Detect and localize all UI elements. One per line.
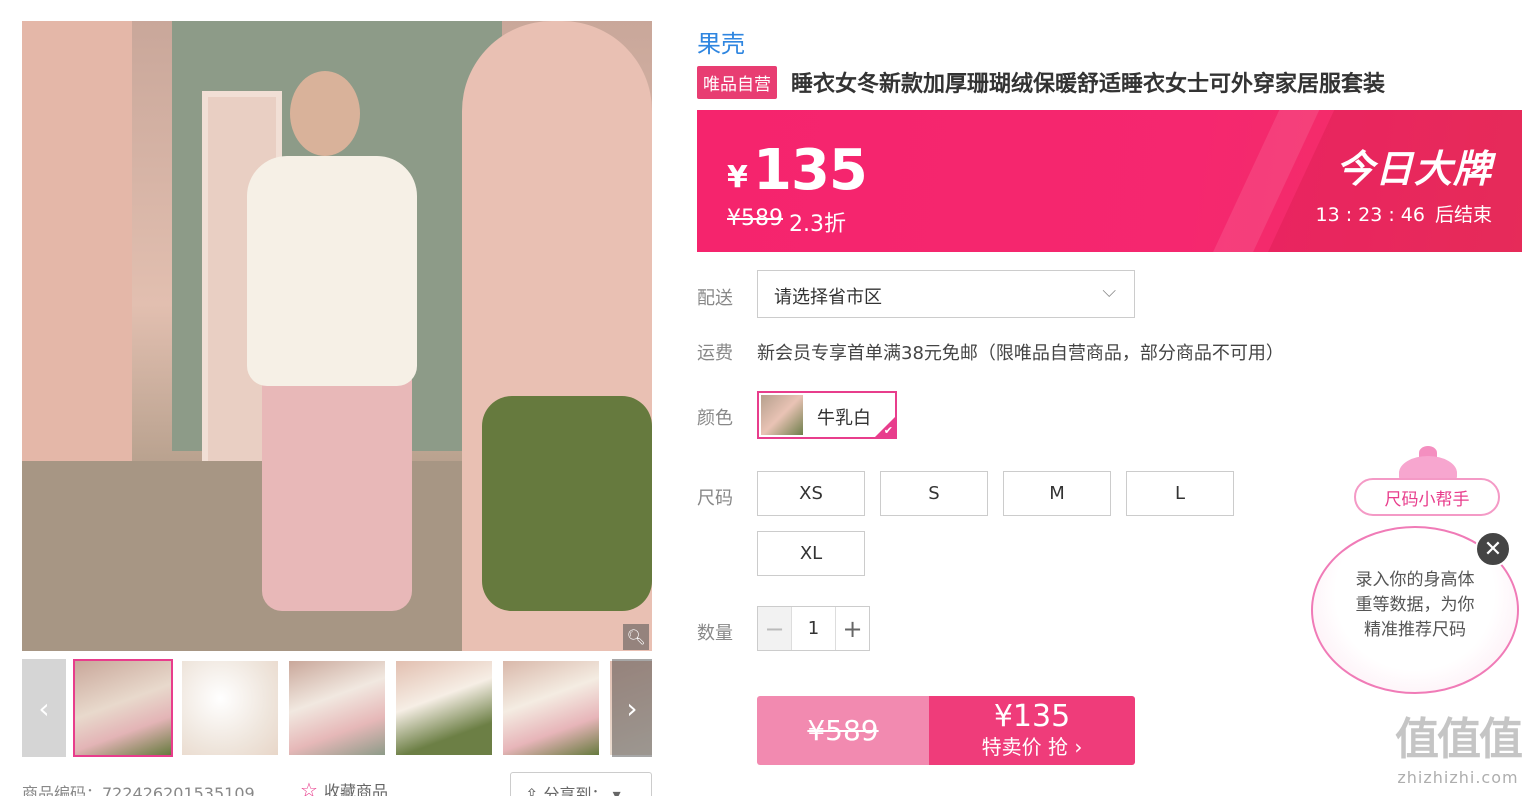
chevron-down-icon: ⌵ — [1102, 281, 1116, 302]
chevron-left-icon[interactable]: ‹ — [22, 659, 66, 757]
size-option-l[interactable]: L — [1126, 471, 1234, 516]
image-model-head — [290, 71, 360, 156]
star-icon: ☆ — [300, 778, 318, 796]
product-page: 🔍︎ ‹ › 商品编码：722426201535109 ☆ 收藏商品 ⇪ 分享到：… — [0, 0, 1537, 796]
quantity-input[interactable]: 1 — [792, 607, 835, 650]
countdown-timer: 13 : 23 : 46 后结束 — [1315, 200, 1492, 227]
thumbnail-3[interactable] — [289, 661, 385, 755]
buy-original-price: ¥589 — [757, 696, 929, 765]
campaign-logo: 今日大牌 — [1335, 147, 1492, 191]
plus-icon[interactable]: + — [835, 607, 869, 650]
product-title: 睡衣女冬新款加厚珊瑚绒保暖舒适睡衣女士可外穿家居服套装 — [791, 72, 1386, 97]
check-icon: ✔ — [883, 424, 893, 437]
title-row: 唯品自营 睡衣女冬新款加厚珊瑚绒保暖舒适睡衣女士可外穿家居服套装 — [697, 65, 1386, 99]
thumbnail-4[interactable] — [396, 661, 492, 755]
sale-price: 135 — [753, 138, 868, 203]
discount-rate: 2.3折 — [789, 212, 846, 237]
size-option-m[interactable]: M — [1003, 471, 1111, 516]
brand-link[interactable]: 果壳 — [697, 24, 745, 59]
close-icon[interactable]: ✕ — [1475, 531, 1511, 567]
image-sofa — [482, 396, 652, 611]
favorite-label: 收藏商品 — [323, 782, 388, 796]
thumbnail-strip: ‹ › — [22, 659, 652, 757]
color-option-label: 牛乳白 — [817, 408, 871, 429]
color-label: 颜色 — [697, 408, 733, 429]
share-label: 分享到： — [543, 785, 608, 796]
color-swatch-image — [761, 395, 803, 435]
price-banner: ¥ 135 ¥589 2.3折 今日大牌 13 : 23 : 46 后结束 — [697, 110, 1522, 252]
shipping-info: 新会员专享首单满38元免邮（限唯品自营商品，部分商品不可用） — [757, 343, 1284, 364]
share-dropdown[interactable]: ⇪ 分享到： ▾ — [510, 772, 652, 796]
thumbnail-1[interactable] — [73, 659, 173, 757]
tip-line: 精准推荐尺码 — [1364, 620, 1466, 640]
watermark-site: zhizhizhi.com — [1397, 768, 1519, 787]
size-helper-button[interactable]: 尺码小帮手 — [1354, 478, 1500, 516]
size-option-s[interactable]: S — [880, 471, 988, 516]
size-helper-tip: 录入你的身高体 重等数据，为你 精准推荐尺码 — [1330, 568, 1500, 643]
tip-line: 录入你的身高体 — [1355, 570, 1475, 590]
quantity-label: 数量 — [697, 623, 733, 644]
buy-button[interactable]: ¥589 ¥135 特卖价 抢 › — [757, 696, 1135, 765]
size-option-xl[interactable]: XL — [757, 531, 865, 576]
sku-code: 商品编码：722426201535109 — [22, 784, 255, 796]
share-icon: ⇪ — [525, 785, 544, 796]
currency-symbol: ¥ — [727, 160, 748, 195]
countdown-suffix: 后结束 — [1434, 204, 1492, 226]
size-label: 尺码 — [697, 488, 733, 509]
quantity-stepper: − 1 + — [757, 606, 870, 651]
buy-now-section[interactable]: ¥135 特卖价 抢 › — [929, 696, 1135, 765]
delivery-label: 配送 — [697, 288, 733, 309]
image-pajama-jacket — [247, 156, 417, 386]
watermark: 值值值 zhizhizhi.com — [1388, 712, 1528, 796]
product-meta-row: 商品编码：722426201535109 ☆ 收藏商品 ⇪ 分享到： ▾ — [22, 772, 652, 796]
color-option-selected[interactable]: 牛乳白 ✔ — [757, 391, 897, 439]
self-operated-badge: 唯品自营 — [697, 65, 777, 99]
chevron-right-icon[interactable]: › — [612, 659, 652, 757]
thumbnail-5[interactable] — [503, 661, 599, 755]
main-product-image[interactable] — [22, 21, 652, 651]
size-option-xs[interactable]: XS — [757, 471, 865, 516]
region-placeholder: 请选择省市区 — [774, 287, 882, 308]
original-price: ¥589 — [727, 206, 783, 231]
favorite-button[interactable]: ☆ 收藏商品 — [300, 778, 388, 796]
tip-line: 重等数据，为你 — [1355, 595, 1475, 615]
thumbnail-2[interactable] — [182, 661, 278, 755]
buy-sale-price: ¥135 — [993, 699, 1071, 734]
caret-down-icon: ▾ — [607, 785, 621, 796]
image-pajama-pants — [262, 361, 412, 611]
region-select[interactable]: 请选择省市区 ⌵ — [757, 270, 1135, 318]
minus-icon[interactable]: − — [758, 607, 792, 650]
magnifier-icon[interactable]: 🔍︎ — [623, 624, 649, 650]
buy-action-label: 特卖价 抢 › — [981, 735, 1083, 759]
watermark-logo: 值值值 — [1395, 714, 1523, 765]
countdown-value: 13 : 23 : 46 — [1315, 204, 1425, 226]
shipping-label: 运费 — [697, 343, 733, 364]
